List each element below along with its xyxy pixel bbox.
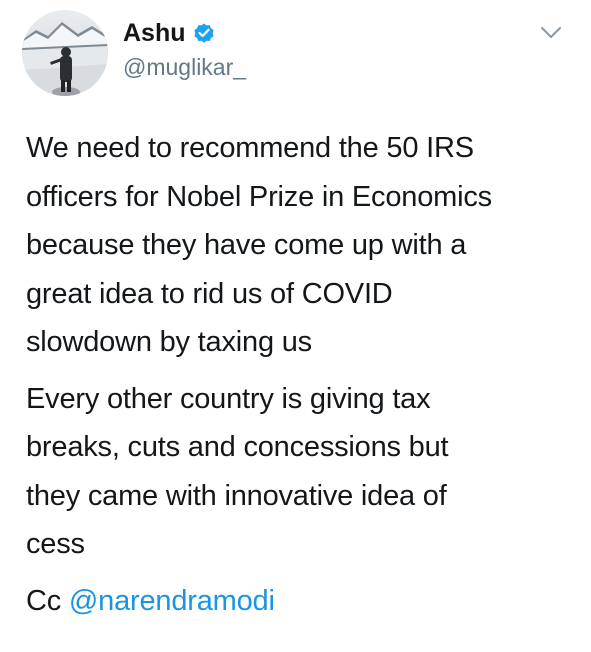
- avatar[interactable]: [22, 10, 108, 96]
- text-line: breaks, cuts and concessions but: [26, 431, 449, 463]
- tweet-card: Ashu @muglikar_ We need to recommend the…: [0, 0, 591, 652]
- mention-link[interactable]: @narendramodi: [69, 585, 275, 617]
- text-line: officers for Nobel Prize in Economics: [26, 180, 492, 213]
- cc-prefix: Cc: [26, 584, 62, 617]
- text-line: because they have come up with a: [26, 229, 467, 261]
- cc-line: Cc @narendramodi: [26, 577, 571, 626]
- avatar-image: [22, 10, 108, 96]
- text-line: Every other country is giving tax: [26, 382, 431, 415]
- text-line: they came with innovative idea of: [26, 479, 447, 512]
- tweet-paragraph-1: We need to recommend the 50 IRS officers…: [26, 124, 571, 367]
- verified-badge-icon: [192, 21, 216, 45]
- user-handle[interactable]: @muglikar_: [123, 53, 246, 81]
- text-line: great idea to rid us of COVID: [26, 277, 393, 310]
- tweet-text: We need to recommend the 50 IRS officers…: [26, 124, 571, 625]
- name-row: Ashu: [123, 18, 216, 48]
- text-line: cess: [26, 528, 85, 560]
- tweet-paragraph-3: Cc @narendramodi: [26, 577, 571, 626]
- chevron-down-icon[interactable]: [540, 26, 562, 40]
- text-line: We need to recommend the 50 IRS: [26, 132, 474, 164]
- display-name[interactable]: Ashu: [123, 18, 186, 48]
- tweet-paragraph-2: Every other country is giving tax breaks…: [26, 375, 571, 569]
- text-line: slowdown by taxing us: [26, 326, 312, 358]
